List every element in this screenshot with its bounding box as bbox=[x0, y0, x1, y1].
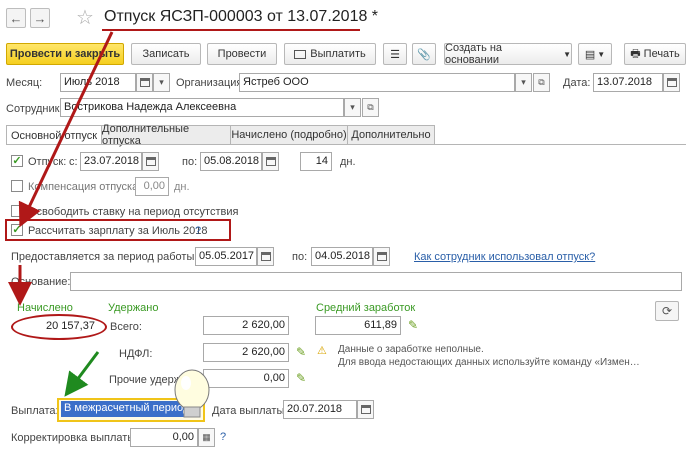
arrow-title-to-checkbox bbox=[18, 31, 114, 228]
arrow-to-payment-type bbox=[64, 351, 100, 397]
annotation-overlay bbox=[8, 29, 360, 418]
lightbulb-icon bbox=[174, 369, 210, 418]
